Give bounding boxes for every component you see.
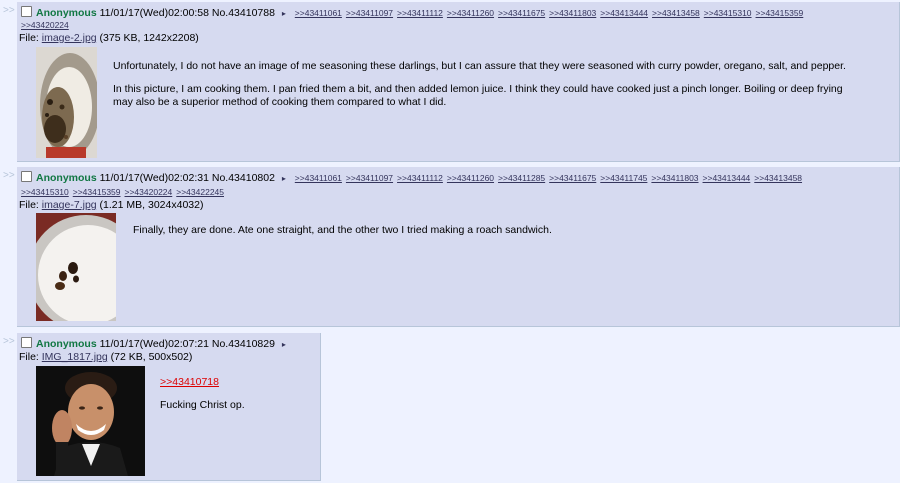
post-message: Finally, they are done. Ate one straight… — [133, 224, 853, 247]
file-link[interactable]: image-2.jpg — [42, 32, 97, 44]
post-menu-icon[interactable]: ▸ — [282, 9, 286, 18]
post-info: Anonymous 11/01/17(Wed)02:02:31 No.43410… — [21, 171, 895, 185]
message-paragraph: In this picture, I am cooking them. I pa… — [113, 83, 843, 108]
backlinks-continued: >>43420224 — [21, 20, 73, 30]
quote-link[interactable]: >>43410718 — [160, 376, 219, 388]
backlink[interactable]: >>43411803 — [651, 173, 698, 183]
post-number[interactable]: No.43410802 — [212, 172, 275, 184]
poster-name: Anonymous — [36, 338, 97, 350]
post-datetime: 11/01/17(Wed)02:07:21 — [99, 338, 209, 350]
file-link[interactable]: IMG_1817.jpg — [42, 351, 108, 363]
backlinks: >>43411061 >>43411097 >>43411112 >>43411260… — [295, 8, 807, 18]
backlink[interactable]: >>43415310 — [704, 8, 752, 18]
reply-post: Anonymous 11/01/17(Wed)02:00:58 No.43410… — [17, 2, 900, 162]
pan-photo — [36, 47, 97, 158]
file-info: File: image-7.jpg (1.21 MB, 3024x4032) — [19, 199, 204, 211]
backlink[interactable]: >>43411675 — [549, 173, 596, 183]
file-meta: (375 KB, 1242x2208) — [96, 32, 199, 44]
post-select-checkbox[interactable] — [21, 6, 32, 17]
post-thumbnail[interactable] — [36, 366, 145, 476]
backlink[interactable]: >>43411260 — [447, 8, 494, 18]
message-paragraph: Unfortunately, I do not have an image of… — [113, 60, 846, 72]
message-paragraph: Finally, they are done. Ate one straight… — [133, 224, 552, 236]
backlink[interactable]: >>43411112 — [397, 8, 443, 18]
backlink[interactable]: >>43411803 — [549, 8, 596, 18]
post-message: >>43410718 Fucking Christ op. — [160, 376, 310, 422]
post-select-checkbox[interactable] — [21, 337, 32, 348]
backlink[interactable]: >>43411097 — [346, 8, 393, 18]
post-thumbnail[interactable] — [36, 213, 116, 321]
backlinks: >>43411061 >>43411097 >>43411112 >>43411260… — [295, 173, 806, 183]
backlink[interactable]: >>43413458 — [652, 8, 700, 18]
poster-name: Anonymous — [36, 7, 97, 19]
backlink[interactable]: >>43413444 — [600, 8, 648, 18]
post-datetime: 11/01/17(Wed)02:02:31 — [99, 172, 209, 184]
poster-name: Anonymous — [36, 172, 97, 184]
file-link[interactable]: image-7.jpg — [42, 199, 97, 211]
plate-photo — [36, 213, 116, 321]
backlink[interactable]: >>43415359 — [756, 8, 804, 18]
post-number[interactable]: No.43410829 — [212, 338, 275, 350]
backlink[interactable]: >>43411097 — [346, 173, 393, 183]
file-meta: (1.21 MB, 3024x4032) — [96, 199, 204, 211]
backlink[interactable]: >>43413458 — [754, 173, 802, 183]
laughing-man-photo — [36, 366, 145, 476]
reply-post: Anonymous 11/01/17(Wed)02:02:31 No.43410… — [17, 167, 900, 327]
backlink[interactable]: >>43411061 — [295, 8, 342, 18]
post-menu-icon[interactable]: ▸ — [282, 340, 286, 349]
backlink[interactable]: >>43411675 — [498, 8, 545, 18]
post-menu-icon[interactable]: ▸ — [282, 174, 286, 183]
post-message: Unfortunately, I do not have an image of… — [113, 60, 858, 119]
backlink[interactable]: >>43420224 — [125, 187, 173, 197]
backlink[interactable]: >>43411061 — [295, 173, 342, 183]
backlink[interactable]: >>43413444 — [703, 173, 751, 183]
backlink[interactable]: >>43411112 — [397, 173, 443, 183]
file-info: File: image-2.jpg (375 KB, 1242x2208) — [19, 32, 199, 44]
backlink[interactable]: >>43420224 — [21, 20, 69, 30]
post-select-checkbox[interactable] — [21, 171, 32, 182]
file-meta: (72 KB, 500x502) — [107, 351, 193, 363]
backlink[interactable]: >>43411260 — [447, 173, 494, 183]
backlinks-continued: >>43415310 >>43415359 >>43420224 >>43422245 — [21, 187, 228, 197]
post-info: Anonymous 11/01/17(Wed)02:07:21 No.43410… — [21, 337, 316, 351]
message-paragraph: Fucking Christ op. — [160, 399, 245, 411]
post-datetime: 11/01/17(Wed)02:00:58 — [99, 7, 209, 19]
backlink[interactable]: >>43415359 — [73, 187, 121, 197]
backlink[interactable]: >>43411285 — [498, 173, 545, 183]
reply-post: Anonymous 11/01/17(Wed)02:07:21 No.43410… — [17, 333, 321, 481]
backlink[interactable]: >>43411745 — [600, 173, 647, 183]
post-info: Anonymous 11/01/17(Wed)02:00:58 No.43410… — [21, 6, 895, 20]
backlink[interactable]: >>43415310 — [21, 187, 69, 197]
post-thumbnail[interactable] — [36, 47, 97, 158]
backlink[interactable]: >>43422245 — [176, 187, 224, 197]
post-number[interactable]: No.43410788 — [212, 7, 275, 19]
file-info: File: IMG_1817.jpg (72 KB, 500x502) — [19, 351, 193, 363]
